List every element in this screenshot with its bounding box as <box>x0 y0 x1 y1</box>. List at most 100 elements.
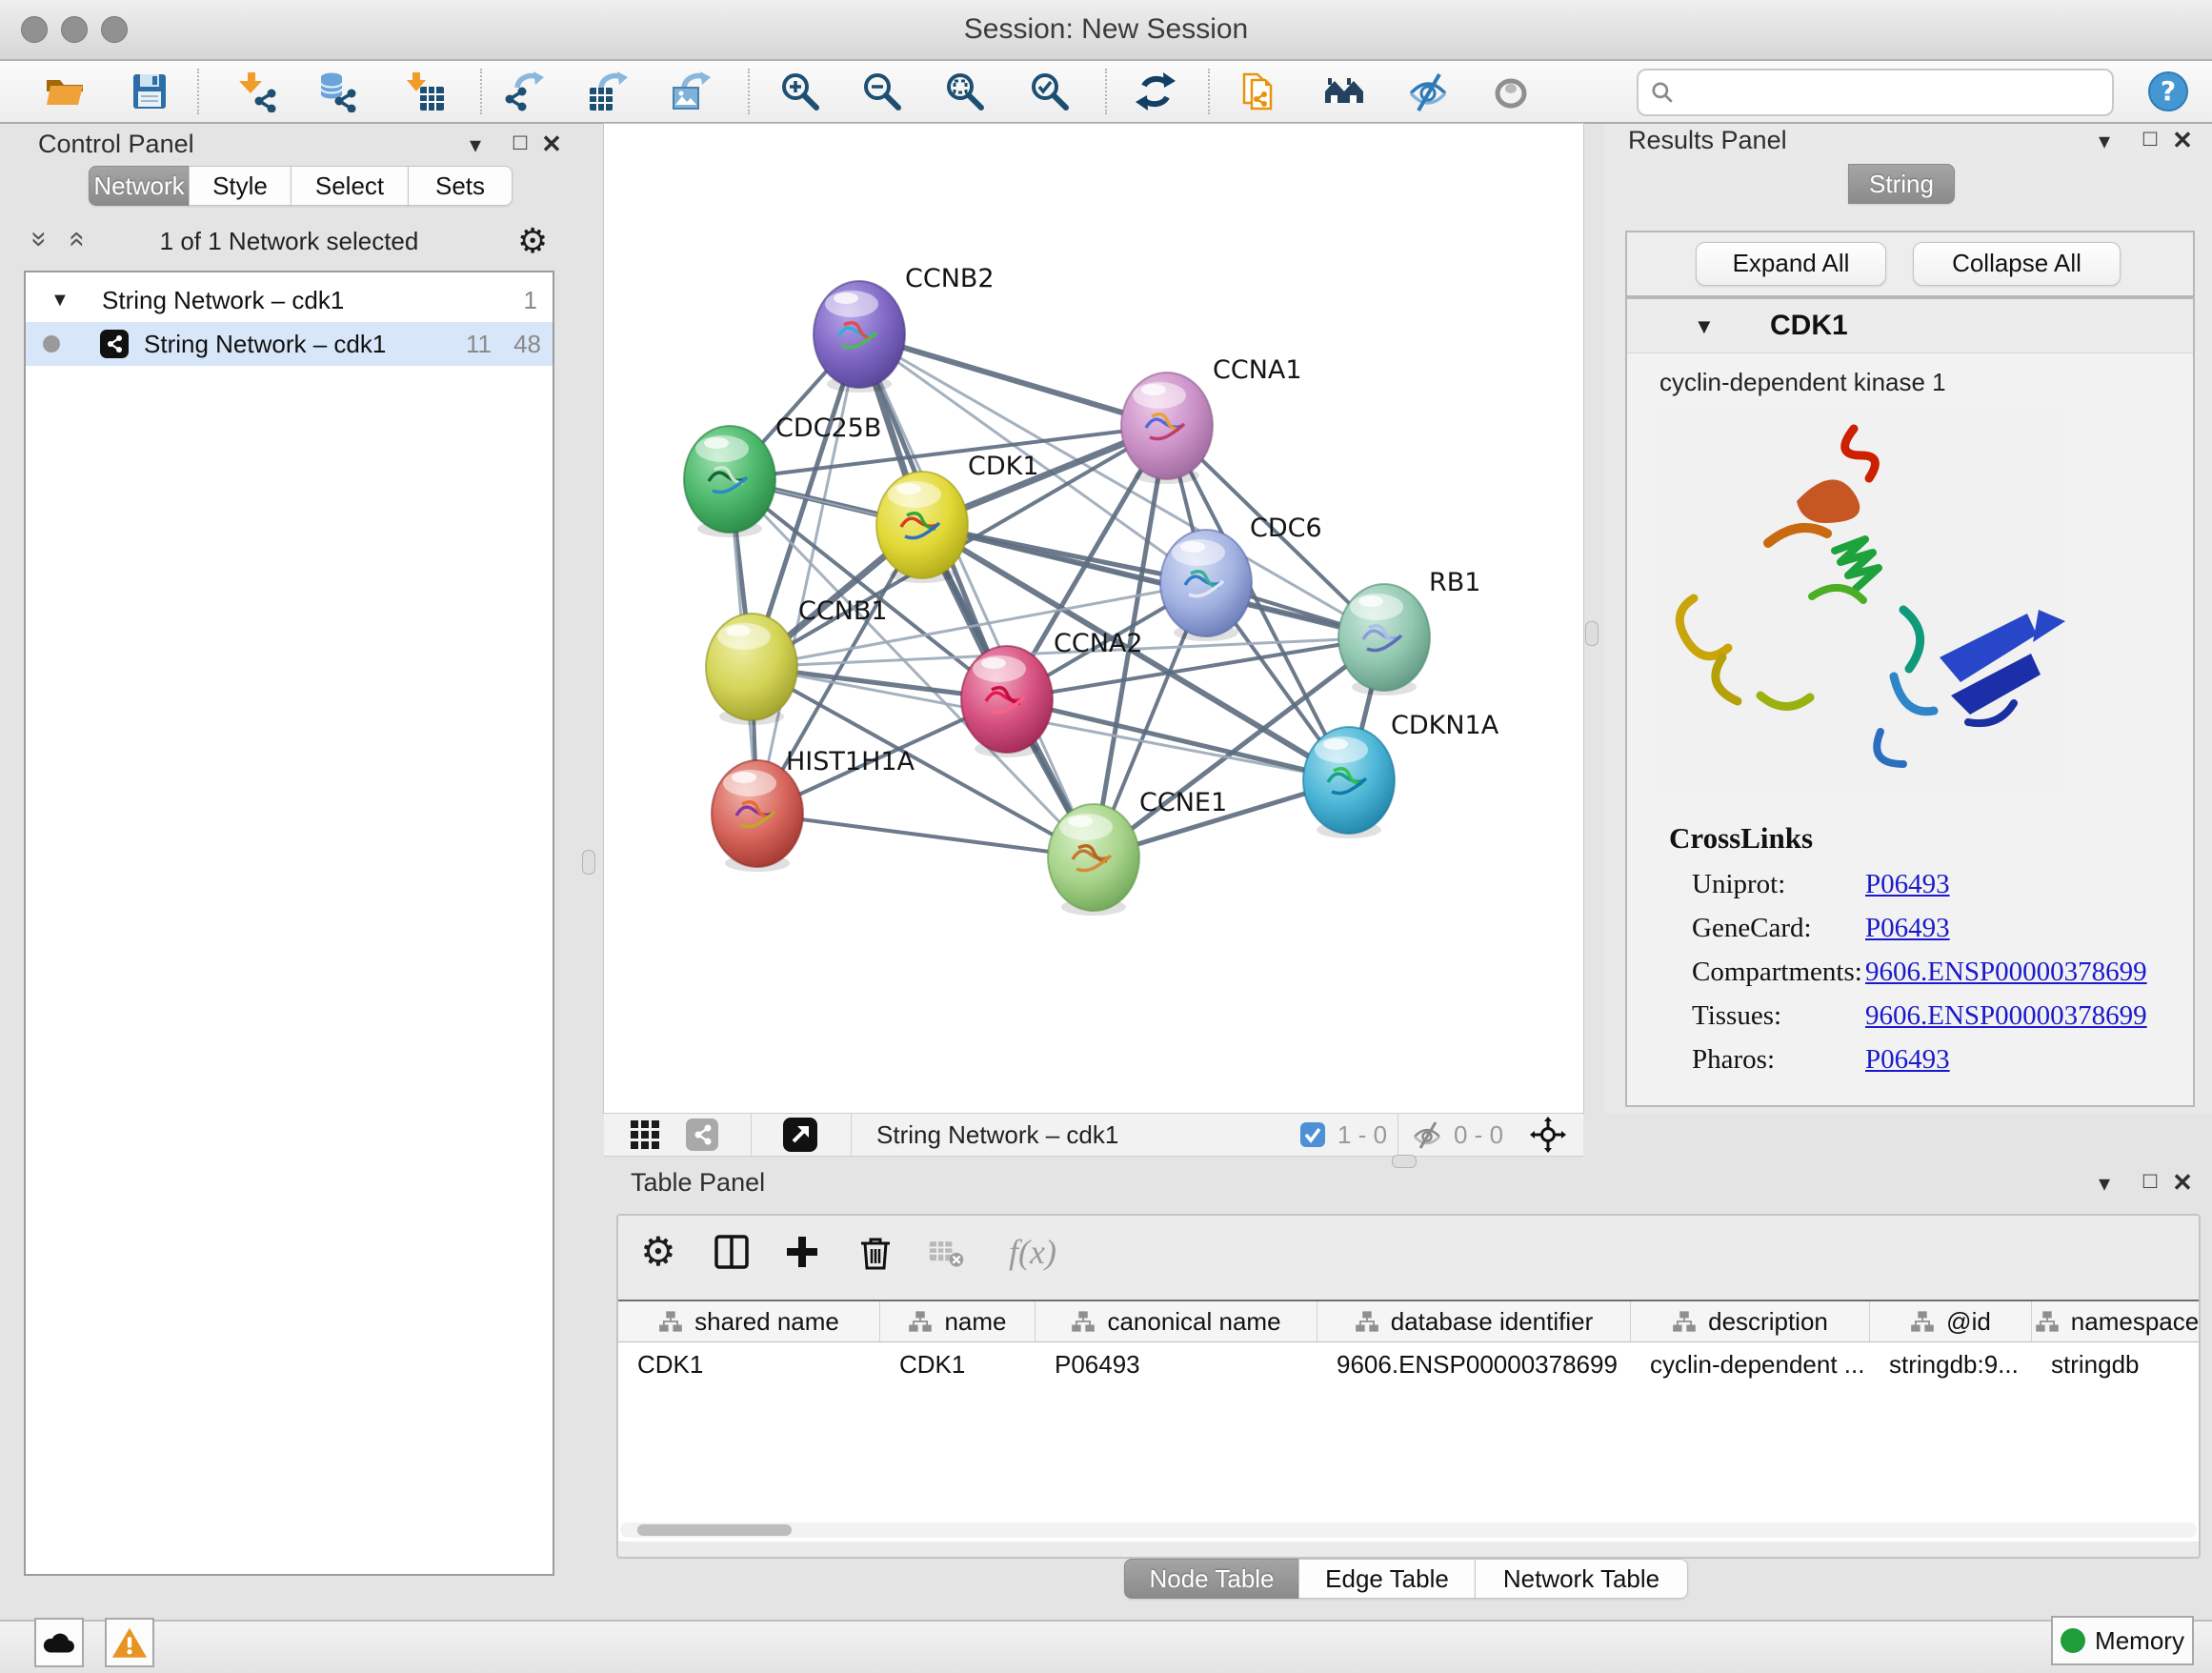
import-table-icon[interactable] <box>404 71 446 112</box>
crosslink-link[interactable]: P06493 <box>1865 1044 1950 1076</box>
edge-CCNB2-CCNA1[interactable] <box>859 334 1167 426</box>
column-header-shared-name[interactable]: shared name <box>618 1301 880 1341</box>
vertical-splitter-handle[interactable] <box>1585 621 1599 646</box>
close-panel-icon[interactable]: ✕ <box>535 130 568 159</box>
horizontal-scrollbar[interactable] <box>620 1522 2197 1538</box>
tab-node-table[interactable]: Node Table <box>1124 1559 1299 1599</box>
node-HIST1H1A[interactable]: HIST1H1A <box>712 747 915 872</box>
collapse-all-button[interactable]: Collapse All <box>1913 242 2121 286</box>
close-panel-icon[interactable]: ✕ <box>2166 1168 2199 1198</box>
table-cell[interactable]: P06493 <box>1036 1342 1317 1386</box>
scrollbar-thumb[interactable] <box>637 1524 792 1536</box>
table-cell[interactable]: CDK1 <box>880 1342 1036 1386</box>
save-session-icon[interactable] <box>129 71 171 112</box>
edge-HIST1H1A-CCNE1[interactable] <box>757 814 1094 857</box>
column-header-namespace[interactable]: namespace <box>2032 1301 2199 1341</box>
table-settings-gear-icon[interactable]: ⚙ <box>633 1225 683 1279</box>
table-cell[interactable]: CDK1 <box>618 1342 880 1386</box>
hidden-eye-icon[interactable] <box>1412 1119 1442 1150</box>
import-network-database-icon[interactable] <box>317 71 359 112</box>
warnings-button[interactable] <box>105 1618 154 1667</box>
gene-header[interactable]: ▼ CDK1 <box>1627 299 2193 353</box>
edge-CCNB2-HIST1H1A[interactable] <box>757 334 859 814</box>
crosslink-link[interactable]: P06493 <box>1865 869 1950 900</box>
column-label: @id <box>1946 1307 1991 1337</box>
tab-network[interactable]: Network <box>89 166 190 206</box>
export-image-icon[interactable] <box>669 71 711 112</box>
column-header-canonical-name[interactable]: canonical name <box>1036 1301 1317 1341</box>
collapse-panel-icon[interactable]: ▾ <box>459 131 492 159</box>
table-cell[interactable]: cyclin-dependent ... <box>1631 1342 1870 1386</box>
help-icon[interactable]: ? <box>2147 71 2189 112</box>
float-panel-icon[interactable]: □ <box>504 130 536 156</box>
share-session-icon[interactable] <box>1238 71 1280 112</box>
table-cell[interactable]: stringdb <box>2032 1342 2199 1386</box>
network-graph[interactable]: CCNB2CCNA1CDC25BCDK1CDC6RB1CCNB1CCNA2CDK… <box>604 124 1583 1113</box>
zoom-in-icon[interactable] <box>779 71 821 112</box>
node-CCNA1[interactable]: CCNA1 <box>1121 355 1302 484</box>
node-CDC6[interactable]: CDC6 <box>1160 514 1322 641</box>
zoom-fit-icon[interactable] <box>944 71 986 112</box>
gene-disclosure-icon[interactable]: ▼ <box>1694 314 1715 339</box>
close-panel-icon[interactable]: ✕ <box>2166 126 2199 155</box>
collapse-panel-icon[interactable]: ▾ <box>2088 1170 2121 1198</box>
node-CDC25B[interactable]: CDC25B <box>684 413 881 537</box>
tab-select[interactable]: Select <box>291 166 409 206</box>
grid-view-icon[interactable] <box>629 1119 661 1151</box>
network-options-gear-icon[interactable]: ⚙ <box>517 221 548 261</box>
search-field[interactable] <box>1637 69 2114 116</box>
horizontal-splitter-handle[interactable] <box>1392 1155 1417 1168</box>
search-input[interactable] <box>1682 72 2112 112</box>
column-header-database-identifier[interactable]: database identifier <box>1317 1301 1631 1341</box>
node-CCNB2[interactable]: CCNB2 <box>814 264 995 393</box>
network-share-icon[interactable] <box>686 1119 718 1151</box>
collapse-panel-icon[interactable]: ▾ <box>2088 128 2121 155</box>
export-table-icon[interactable] <box>586 71 628 112</box>
crosslink-link[interactable]: 9606.ENSP00000378699 <box>1865 1000 2147 1032</box>
float-panel-icon[interactable]: □ <box>2134 126 2166 152</box>
network-row[interactable]: String Network – cdk1 11 48 <box>26 322 553 366</box>
hide-selected-icon[interactable] <box>1407 71 1449 112</box>
birdseye-view-icon[interactable] <box>783 1118 817 1152</box>
import-network-icon[interactable] <box>237 71 279 112</box>
zoom-out-icon[interactable] <box>861 71 903 112</box>
home-icon[interactable] <box>1323 71 1365 112</box>
tab-string[interactable]: String <box>1848 164 1955 204</box>
show-columns-icon[interactable] <box>707 1225 756 1279</box>
tab-network-table[interactable]: Network Table <box>1475 1559 1688 1599</box>
zoom-selected-icon[interactable] <box>1029 71 1071 112</box>
tab-edge-table[interactable]: Edge Table <box>1298 1559 1476 1599</box>
table-cell[interactable]: stringdb:9... <box>1870 1342 2032 1386</box>
node-CCNE1[interactable]: CCNE1 <box>1048 788 1227 916</box>
show-all-icon[interactable] <box>1490 71 1532 112</box>
export-network-icon[interactable] <box>502 71 544 112</box>
float-panel-icon[interactable]: □ <box>2134 1168 2166 1195</box>
edge-CCNB2-CCNE1[interactable] <box>859 334 1094 857</box>
node-label-HIST1H1A: HIST1H1A <box>786 747 915 776</box>
expand-all-button[interactable]: Expand All <box>1696 242 1886 286</box>
fit-content-icon[interactable] <box>1530 1117 1566 1153</box>
network-collection-row[interactable]: ▼ String Network – cdk1 1 <box>26 278 553 322</box>
table-cell[interactable]: 9606.ENSP00000378699 <box>1317 1342 1631 1386</box>
table-row[interactable]: CDK1CDK1P064939606.ENSP00000378699cyclin… <box>618 1342 2199 1386</box>
memory-button[interactable]: Memory <box>2051 1616 2194 1665</box>
network-canvas[interactable]: CCNB2CCNA1CDC25BCDK1CDC6RB1CCNB1CCNA2CDK… <box>604 124 1583 1113</box>
column-header--id[interactable]: @id <box>1870 1301 2032 1341</box>
crosslink-link[interactable]: 9606.ENSP00000378699 <box>1865 957 2147 988</box>
collection-disclosure-icon[interactable]: ▼ <box>50 290 70 312</box>
column-header-name[interactable]: name <box>880 1301 1036 1341</box>
delete-column-icon[interactable] <box>851 1225 900 1279</box>
node-CDKN1A[interactable]: CDKN1A <box>1303 711 1499 838</box>
refresh-layout-icon[interactable] <box>1135 71 1176 112</box>
tab-style[interactable]: Style <box>189 166 292 206</box>
selected-checkbox-icon[interactable] <box>1299 1121 1326 1148</box>
node-RB1[interactable]: RB1 <box>1338 568 1480 695</box>
cloud-status-button[interactable] <box>34 1618 84 1667</box>
open-session-icon[interactable] <box>44 71 86 112</box>
tab-sets[interactable]: Sets <box>408 166 513 206</box>
node-CDK1[interactable]: CDK1 <box>876 452 1039 583</box>
crosslink-link[interactable]: P06493 <box>1865 913 1950 944</box>
vertical-splitter-handle[interactable] <box>582 850 595 875</box>
add-column-icon[interactable] <box>777 1225 827 1279</box>
column-header-description[interactable]: description <box>1631 1301 1870 1341</box>
